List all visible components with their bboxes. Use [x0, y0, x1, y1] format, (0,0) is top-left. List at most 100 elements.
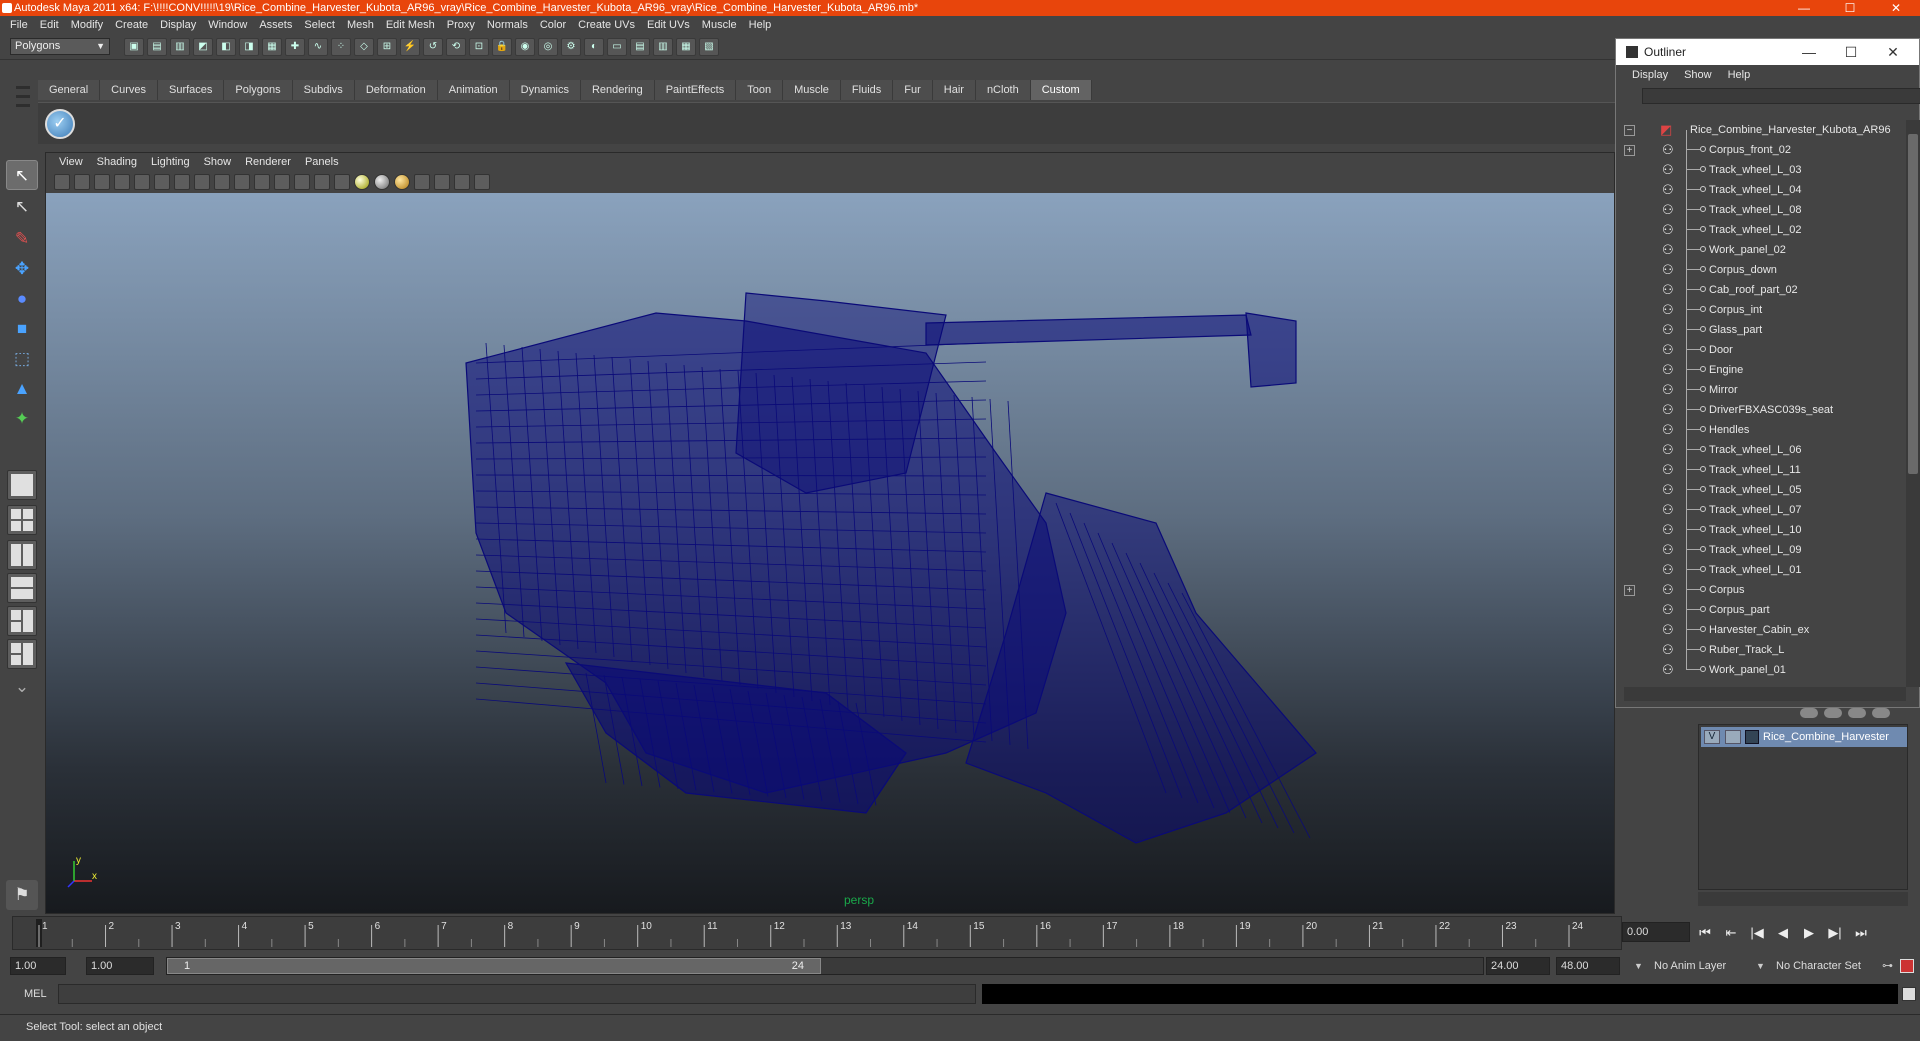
- playback-end-field[interactable]: 24.00: [1486, 957, 1550, 975]
- outliner-row[interactable]: + ⚇ Corpus_front_02: [1616, 140, 1906, 160]
- select-hierarchy-icon[interactable]: ◩: [193, 38, 213, 56]
- panel-menu-show[interactable]: Show: [197, 156, 239, 168]
- shelf-tab-fluids[interactable]: Fluids: [840, 80, 894, 100]
- snap-point-icon[interactable]: ⁘: [331, 38, 351, 56]
- close-button[interactable]: ✕: [1874, 0, 1918, 16]
- minimize-button[interactable]: —: [1782, 0, 1826, 16]
- outliner-row[interactable]: ⚇ Track_wheel_L_02: [1616, 220, 1906, 240]
- panel-menu-shading[interactable]: Shading: [90, 156, 144, 168]
- outliner-menu-show[interactable]: Show: [1676, 69, 1720, 81]
- xray-icon[interactable]: [434, 174, 450, 190]
- gate-mask-icon[interactable]: [194, 174, 210, 190]
- persp-graph-layout-icon[interactable]: [7, 606, 37, 636]
- make-live-icon[interactable]: ⚡: [400, 38, 420, 56]
- outliner-row[interactable]: ⚇ Cab_roof_part_02: [1616, 280, 1906, 300]
- outliner-row[interactable]: ⚇ Corpus_down: [1616, 260, 1906, 280]
- layer-row[interactable]: V Rice_Combine_Harvester: [1701, 727, 1907, 747]
- outliner-row[interactable]: ⚇ Ruber_Track_L: [1616, 640, 1906, 660]
- menu-file[interactable]: File: [4, 19, 34, 31]
- outliner-row[interactable]: ⚇ Engine: [1616, 360, 1906, 380]
- time-slider[interactable]: 1 2 3 4 5 6 7 8 9 10 11 12 13 14 15 16 17 18 19 20 21 22 23 24: [12, 916, 1622, 950]
- single-pane-layout-icon[interactable]: [7, 470, 37, 500]
- image-plane-icon[interactable]: [114, 174, 130, 190]
- outliner-row[interactable]: ⚇ Track_wheel_L_09: [1616, 540, 1906, 560]
- menu-edit[interactable]: Edit: [34, 19, 65, 31]
- outliner-row[interactable]: ⚇ Harvester_Cabin_ex: [1616, 620, 1906, 640]
- snap-surface-icon[interactable]: ⊞: [377, 38, 397, 56]
- go-to-end-icon[interactable]: ⏭: [1850, 922, 1872, 944]
- outliner-row[interactable]: ⚇ Track_wheel_L_04: [1616, 180, 1906, 200]
- render-current-icon[interactable]: ◉: [515, 38, 535, 56]
- hotbox-icon[interactable]: ⚑: [6, 880, 38, 910]
- shelf-menu-handle[interactable]: [14, 80, 32, 140]
- outliner-row[interactable]: ⚇ Track_wheel_L_08: [1616, 200, 1906, 220]
- outliner-filter-input[interactable]: [1642, 88, 1920, 104]
- save-scene-icon[interactable]: ▥: [170, 38, 190, 56]
- outliner-row[interactable]: + ⚇ Corpus: [1616, 580, 1906, 600]
- select-component-icon[interactable]: ◨: [239, 38, 259, 56]
- outliner-minimize-button[interactable]: —: [1787, 39, 1831, 65]
- two-pane-stacked-layout-icon[interactable]: [7, 573, 37, 603]
- layer-new-icon[interactable]: [1800, 708, 1818, 718]
- outliner-close-button[interactable]: ✕: [1871, 39, 1915, 65]
- character-set-select[interactable]: ▼ No Character Set: [1756, 957, 1880, 975]
- outliner-persp-layout-icon[interactable]: [7, 639, 37, 669]
- layer-selected-icon[interactable]: [1824, 708, 1842, 718]
- auto-key-icon[interactable]: ⊶: [1882, 959, 1896, 973]
- shelf-tab-muscle[interactable]: Muscle: [783, 80, 841, 100]
- show-manipulator-icon[interactable]: ✦: [6, 404, 38, 434]
- menu-modify[interactable]: Modify: [65, 19, 109, 31]
- end-time-field[interactable]: 48.00: [1556, 957, 1620, 975]
- outliner-row[interactable]: ⚇ Track_wheel_L_06: [1616, 440, 1906, 460]
- two-pane-side-layout-icon[interactable]: [7, 540, 37, 570]
- menu-edit-mesh[interactable]: Edit Mesh: [380, 19, 441, 31]
- menu-create[interactable]: Create: [109, 19, 154, 31]
- outliner-horizontal-scrollbar[interactable]: [1624, 687, 1906, 701]
- menu-set-select[interactable]: Polygons ▼: [10, 38, 110, 55]
- layer-visibility-toggle[interactable]: V: [1704, 730, 1720, 744]
- select-camera-icon[interactable]: [54, 174, 70, 190]
- shelf-tab-polygons[interactable]: Polygons: [224, 80, 293, 100]
- scrollbar-thumb[interactable]: [1908, 134, 1918, 474]
- step-forward-frame-icon[interactable]: ▶|: [1824, 922, 1846, 944]
- layer-horizontal-scrollbar[interactable]: [1698, 892, 1908, 906]
- menu-help[interactable]: Help: [743, 19, 778, 31]
- outliner-row[interactable]: ⚇ Corpus_part: [1616, 600, 1906, 620]
- outliner-row[interactable]: ⚇ Work_panel_02: [1616, 240, 1906, 260]
- field-chart-icon[interactable]: [214, 174, 230, 190]
- isolate-select-icon[interactable]: [414, 174, 430, 190]
- lock-icon[interactable]: 🔒: [492, 38, 512, 56]
- input-output-icon[interactable]: ⊡: [469, 38, 489, 56]
- smooth-shade-icon[interactable]: [294, 174, 310, 190]
- wireframe-icon[interactable]: [274, 174, 290, 190]
- menu-proxy[interactable]: Proxy: [441, 19, 481, 31]
- anim-layer-select[interactable]: ▼ No Anim Layer: [1634, 957, 1744, 975]
- select-mask-icon[interactable]: ▦: [262, 38, 282, 56]
- ambient-light-icon[interactable]: [394, 174, 410, 190]
- layer-options-icon[interactable]: [1872, 708, 1890, 718]
- command-language-label[interactable]: MEL: [24, 982, 47, 1006]
- command-input[interactable]: [58, 984, 976, 1004]
- custom-shelf-check-icon[interactable]: ✓: [45, 109, 75, 139]
- soft-mod-icon[interactable]: ▲: [6, 374, 38, 404]
- safe-action-icon[interactable]: [234, 174, 250, 190]
- outliner-row[interactable]: ⚇ Track_wheel_L_11: [1616, 460, 1906, 480]
- layer-playback-toggle[interactable]: [1725, 730, 1741, 744]
- menu-create-uvs[interactable]: Create UVs: [572, 19, 641, 31]
- menu-color[interactable]: Color: [534, 19, 572, 31]
- bookmark-icon[interactable]: [94, 174, 110, 190]
- outliner-vertical-scrollbar[interactable]: [1906, 120, 1920, 687]
- backface-icon[interactable]: [474, 174, 490, 190]
- outliner-row[interactable]: ⚇ Track_wheel_L_01: [1616, 560, 1906, 580]
- step-back-key-icon[interactable]: ⇤: [1720, 922, 1742, 944]
- render-view-icon[interactable]: ▭: [607, 38, 627, 56]
- lasso-tool-icon[interactable]: ↖: [6, 192, 38, 222]
- paint-select-tool-icon[interactable]: ✎: [6, 224, 38, 254]
- history-icon[interactable]: ↺: [423, 38, 443, 56]
- open-scene-icon[interactable]: ▤: [147, 38, 167, 56]
- render-settings-icon[interactable]: ⚙: [561, 38, 581, 56]
- outliner-row[interactable]: ⚇ Work_panel_01: [1616, 660, 1906, 680]
- toggle-channel-icon[interactable]: ▦: [676, 38, 696, 56]
- outliner-row[interactable]: ⚇ Track_wheel_L_07: [1616, 500, 1906, 520]
- four-pane-layout-icon[interactable]: [7, 505, 37, 535]
